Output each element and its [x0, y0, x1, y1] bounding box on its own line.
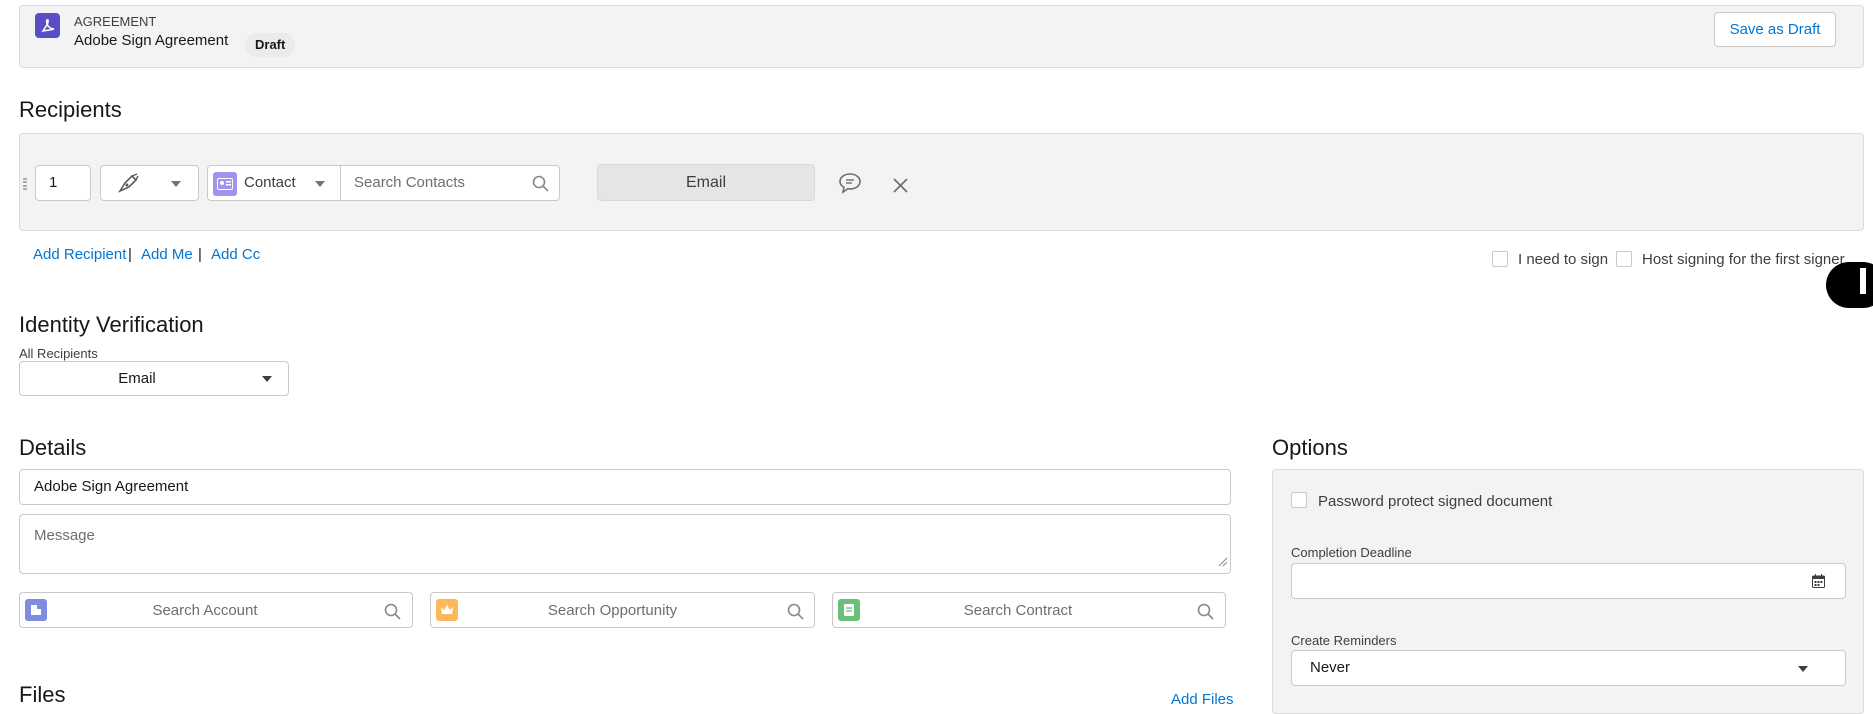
chevron-down-icon [315, 181, 325, 187]
options-section-title: Options [1272, 435, 1348, 460]
floating-widget-glyph [1860, 268, 1866, 294]
details-section-title: Details [19, 435, 87, 460]
create-reminders-select[interactable]: Never [1291, 650, 1846, 686]
recipient-order-input[interactable]: 1 [35, 165, 91, 201]
search-icon [532, 175, 549, 196]
all-recipients-label: All Recipients [19, 346, 98, 361]
create-reminders-label: Create Reminders [1291, 633, 1397, 648]
record-title: Adobe Sign Agreement [74, 32, 229, 49]
message-textarea[interactable]: Message [19, 514, 1231, 574]
identity-verification-value: Email [118, 370, 156, 387]
host-signing-label: Host signing for the first signer [1642, 251, 1845, 268]
resize-handle-icon[interactable] [1218, 554, 1228, 571]
chevron-down-icon [1798, 666, 1808, 672]
object-type-label: AGREEMENT [74, 14, 157, 29]
record-header [19, 5, 1864, 68]
password-protect-label: Password protect signed document [1318, 493, 1553, 510]
add-me-link[interactable]: Add Me [141, 246, 193, 263]
recipient-role-select[interactable] [100, 165, 199, 201]
create-reminders-value: Never [1310, 659, 1351, 676]
message-placeholder: Message [34, 527, 95, 544]
link-separator: | [128, 246, 132, 263]
completion-deadline-label: Completion Deadline [1291, 545, 1412, 560]
recipient-type-select[interactable]: Contact [207, 165, 342, 201]
search-contract-placeholder: Search Contract [963, 602, 1073, 619]
add-recipient-link[interactable]: Add Recipient [33, 246, 126, 263]
status-badge: Draft [245, 33, 296, 57]
host-signing-checkbox[interactable] [1616, 251, 1632, 267]
search-contacts-input[interactable]: Search Contacts [340, 165, 560, 201]
recipients-section-title: Recipients [19, 97, 122, 122]
password-protect-checkbox[interactable] [1291, 492, 1307, 508]
add-files-link[interactable]: Add Files [1171, 691, 1234, 708]
delivery-method-button[interactable]: Email [597, 164, 815, 201]
search-contacts-placeholder: Search Contacts [354, 174, 465, 191]
search-icon [384, 603, 401, 624]
files-section-title: Files [19, 682, 66, 707]
completion-deadline-input[interactable] [1291, 563, 1846, 599]
save-as-draft-button[interactable]: Save as Draft [1714, 12, 1836, 47]
i-need-to-sign-label: I need to sign [1518, 251, 1609, 268]
link-separator: | [198, 246, 202, 263]
i-need-to-sign-checkbox[interactable] [1492, 251, 1508, 267]
identity-verification-title: Identity Verification [19, 312, 204, 337]
private-message-icon[interactable] [838, 172, 862, 198]
add-cc-link[interactable]: Add Cc [211, 246, 260, 263]
search-contract-input[interactable]: Search Contract [832, 592, 1226, 628]
search-icon [1197, 603, 1214, 624]
search-opportunity-placeholder: Search Opportunity [547, 602, 678, 619]
chevron-down-icon [171, 181, 181, 187]
search-opportunity-input[interactable]: Search Opportunity [430, 592, 815, 628]
chevron-down-icon [262, 376, 272, 382]
drag-handle-icon[interactable] [23, 178, 27, 190]
calendar-icon[interactable] [1812, 574, 1825, 592]
search-account-input[interactable]: Search Account [19, 592, 413, 628]
adobe-acrobat-icon [35, 13, 60, 38]
recipient-type-label: Contact [244, 174, 296, 191]
pen-signer-icon [117, 172, 143, 198]
identity-verification-select[interactable]: Email [19, 361, 289, 396]
agreement-name-input[interactable]: Adobe Sign Agreement [19, 469, 1231, 505]
close-icon[interactable] [893, 178, 908, 197]
search-account-placeholder: Search Account [152, 602, 258, 619]
contact-icon [213, 172, 237, 196]
search-icon [787, 603, 804, 624]
